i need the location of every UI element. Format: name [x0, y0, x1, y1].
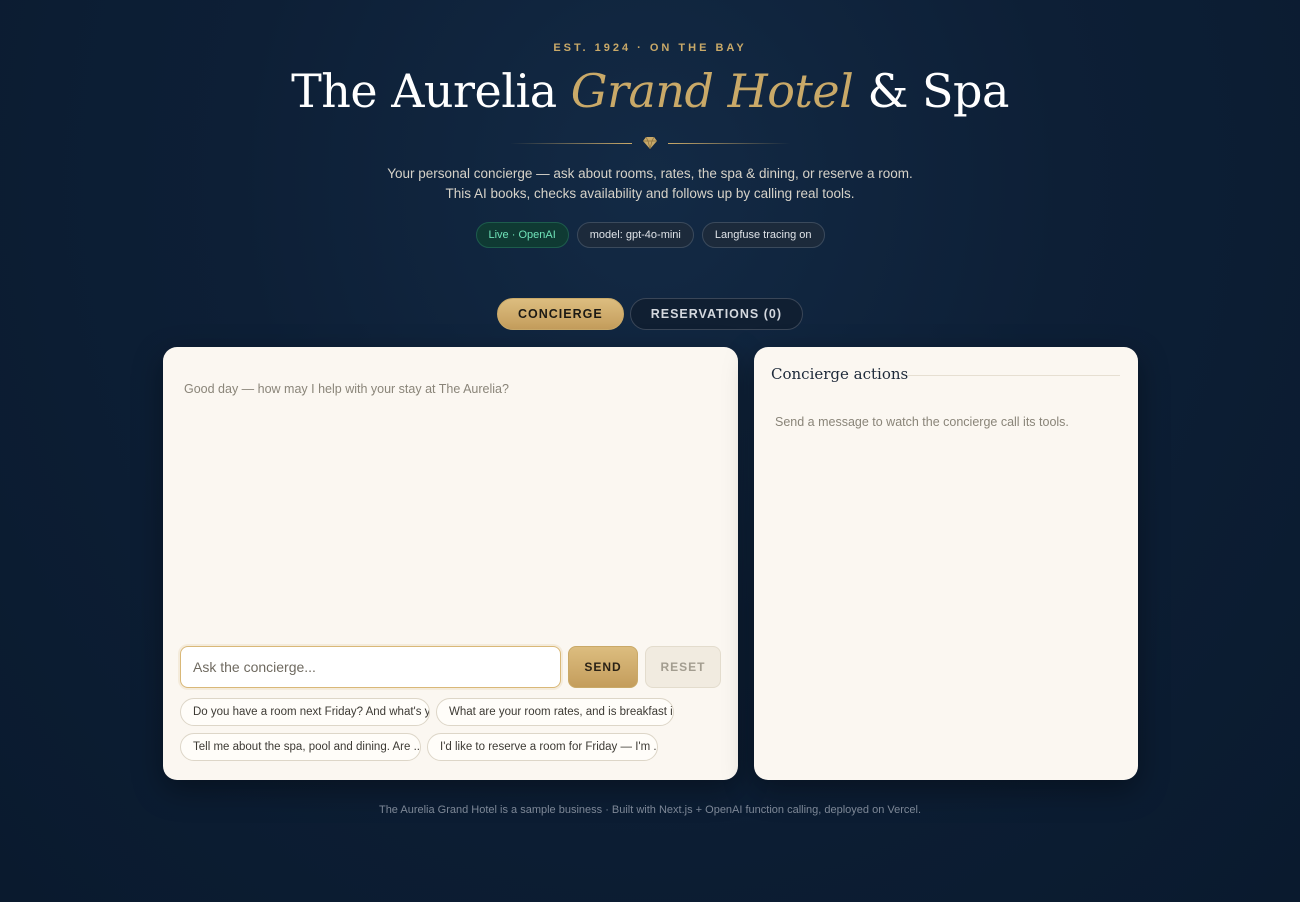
subtitle: Your personal concierge — ask about room… — [0, 164, 1300, 204]
chat-panel: Good day — how may I help with your stay… — [163, 347, 738, 780]
chat-input[interactable] — [180, 646, 561, 688]
reset-button[interactable]: RESET — [645, 646, 721, 688]
assistant-greeting: Good day — how may I help with your stay… — [184, 382, 509, 396]
footer-text: The Aurelia Grand Hotel is a sample busi… — [378, 804, 922, 816]
suggestion-chip[interactable]: Tell me about the spa, pool and dining. … — [180, 733, 421, 761]
tab-concierge[interactable]: CONCIERGE — [497, 298, 624, 330]
chat-input-row: SEND RESET — [180, 646, 721, 688]
tab-reservations[interactable]: RESERVATIONS (0) — [629, 298, 803, 330]
actions-empty-state: Send a message to watch the concierge ca… — [775, 415, 1069, 429]
tab-bar: CONCIERGE RESERVATIONS (0) — [0, 298, 1300, 330]
status-badges: Live · OpenAI model: gpt-4o-mini Langfus… — [0, 222, 1300, 248]
suggestion-chip[interactable]: I'd like to reserve a room for Friday — … — [427, 733, 658, 761]
actions-title: Concierge actions — [771, 365, 909, 383]
subtitle-line-1: Your personal concierge — ask about room… — [387, 166, 913, 181]
subtitle-line-2: This AI books, checks availability and f… — [445, 186, 855, 201]
tracing-badge: Langfuse tracing on — [701, 222, 825, 248]
suggestion-chip[interactable]: What are your room rates, and is breakfa… — [436, 698, 674, 726]
ornament-divider — [510, 136, 790, 152]
suggestion-chip[interactable]: Do you have a room next Friday? And what… — [180, 698, 430, 726]
page-title: The Aurelia Grand Hotel & Spa — [0, 64, 1300, 118]
eyebrow-text: EST. 1924 · ON THE BAY — [553, 42, 747, 54]
title-part-2: & Spa — [853, 64, 1009, 118]
live-badge: Live · OpenAI — [475, 222, 569, 248]
divider-line-right — [668, 143, 790, 144]
model-badge: model: gpt-4o-mini — [576, 222, 694, 248]
divider-line-left — [510, 143, 632, 144]
actions-panel: Concierge actions Send a message to watc… — [754, 347, 1138, 780]
title-gold-part: Grand Hotel — [570, 64, 854, 118]
diamond-icon — [643, 137, 657, 149]
actions-title-rule — [907, 375, 1120, 376]
send-button[interactable]: SEND — [568, 646, 638, 688]
title-part-1: The Aurelia — [291, 64, 571, 118]
